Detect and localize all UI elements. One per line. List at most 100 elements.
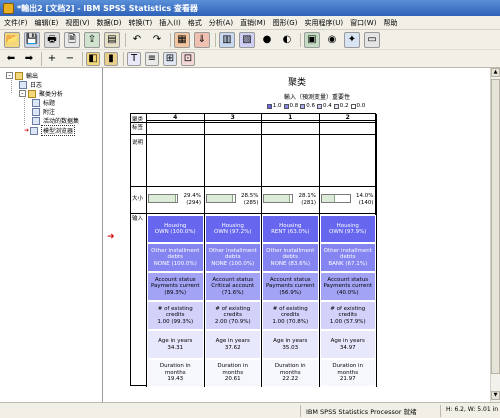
feature-cell[interactable]: # of existing credits 1.00 (70.8%) [262, 301, 319, 330]
menu-item[interactable]: 格式 [188, 18, 202, 28]
feature-cell-text: # of existing credits 1.00 (57.9%) [329, 305, 366, 325]
feature-cell[interactable]: Age in years 34.31 [147, 330, 204, 359]
tree-item[interactable]: 日志 [19, 80, 42, 89]
tree-item[interactable]: ➜ 模型浏览器 [24, 125, 76, 136]
legend-swatch [283, 103, 289, 109]
value-labels-icon[interactable]: ◐ [279, 32, 295, 48]
feature-cell[interactable]: Duration in months 19.43 [147, 359, 204, 387]
promote-icon[interactable]: ⬅ [4, 52, 18, 66]
feature-cell[interactable]: Housing OWN (97.9%) [319, 215, 376, 243]
designate-window-icon[interactable]: ✦ [344, 31, 360, 48]
feature-cell[interactable]: Account status Payments current (40.0%) [319, 272, 376, 301]
feature-cell[interactable]: Duration in months 20.61 [204, 359, 261, 387]
hide-icon[interactable]: ▮ [104, 51, 118, 66]
show-all-icon[interactable]: ◉ [324, 32, 340, 48]
toolbar-separator [123, 51, 124, 66]
goto-data-icon[interactable]: ▦ [174, 31, 190, 48]
collapse-icon[interactable]: − [63, 52, 77, 66]
feature-cell[interactable]: Duration in months 21.97 [319, 359, 376, 387]
legend-label: 0.0 [356, 103, 366, 109]
feature-cell[interactable]: Age in years 34.97 [319, 330, 376, 359]
feature-cell[interactable]: Account status Payments current (56.9%) [262, 272, 319, 301]
feature-cell[interactable]: Other installment debts NONE (83.6%) [262, 243, 319, 272]
menu-item[interactable]: 插入(I) [159, 18, 181, 28]
vertical-scrollbar[interactable]: ▲ ▼ [490, 68, 500, 402]
menu-item[interactable]: 转换(T) [129, 18, 153, 28]
feature-cell[interactable]: Other installment debts NONE (100.0%) [147, 243, 204, 272]
scroll-down-icon[interactable]: ▼ [491, 391, 500, 400]
expand-icon[interactable]: + [45, 52, 59, 66]
cluster-header[interactable]: 1 [261, 114, 319, 121]
insert-page-break-icon[interactable]: ⊞ [163, 51, 177, 66]
collapse-toggle-icon[interactable]: - [6, 72, 13, 79]
select-cases-icon[interactable]: ▣ [304, 31, 320, 48]
goto-variable-icon[interactable]: ▥ [219, 31, 235, 48]
menu-item[interactable]: 视图(V) [65, 18, 89, 28]
menu-item[interactable]: 图形(G) [273, 18, 298, 28]
output-viewer[interactable]: ➜ 聚类 輸入（預測变量）重要性 1.0 0.8 0.6 0.4 0.2 0.0 聚类 标签… [104, 68, 490, 402]
insert-title-icon[interactable]: T [127, 51, 141, 66]
table-column-rule [376, 114, 377, 387]
cluster-header[interactable]: 3 [203, 114, 261, 121]
feature-cell[interactable]: Duration in months 22.22 [262, 359, 319, 387]
cluster-header[interactable]: 2 [318, 114, 376, 121]
insert-new-output-icon[interactable]: ⊡ [181, 51, 195, 66]
cluster-size-bar [320, 194, 351, 203]
tree-item[interactable]: 标题 [32, 98, 55, 107]
scroll-thumb[interactable] [491, 79, 500, 374]
feature-cell[interactable]: Other installment debts NONE (100.0%) [204, 243, 261, 272]
menu-item[interactable]: 直销(M) [240, 18, 266, 28]
tree-item[interactable]: 附注 [32, 107, 55, 116]
menu-item[interactable]: 数据(D) [97, 18, 122, 28]
feature-cell[interactable]: Housing OWN (97.2%) [204, 215, 261, 243]
feature-cell[interactable]: Account status Critical account (71.6%) [204, 272, 261, 301]
export-icon[interactable]: ⇪ [84, 31, 100, 48]
feature-cell[interactable]: Housing RENT (63.0%) [262, 215, 319, 243]
menu-item[interactable]: 实用程序(U) [304, 18, 343, 28]
open-folder-icon[interactable]: 📂 [4, 31, 20, 48]
cluster-header[interactable]: 4 [146, 114, 204, 121]
demote-icon[interactable]: ➡ [22, 52, 36, 66]
feature-cell[interactable]: # of existing credits 1.00 (99.3%) [147, 301, 204, 330]
print-preview-icon[interactable]: 🗎 [64, 31, 80, 48]
show-icon[interactable]: ◧ [86, 51, 100, 66]
legend-swatch [266, 103, 272, 109]
scroll-up-icon[interactable]: ▲ [491, 68, 500, 77]
outline-toolbar: ⬅ ➡ + − ◧ ▮ T ≡ ⊞ ⊡ [0, 50, 500, 68]
menu-item[interactable]: 帮助 [383, 18, 397, 28]
recall-dialog-icon[interactable]: ▤ [104, 31, 120, 48]
insert-heading-icon[interactable]: ▭ [364, 31, 380, 48]
feature-cell[interactable]: # of existing credits 1.00 (57.9%) [319, 301, 376, 330]
document-icon [19, 80, 27, 89]
feature-cell[interactable]: Other installment debts BANK (67.1%) [319, 243, 376, 272]
cases-icon[interactable]: ● [259, 32, 275, 48]
collapse-toggle-icon[interactable]: - [19, 90, 26, 97]
save-icon[interactable]: 💾 [24, 31, 40, 48]
feature-cell[interactable]: Account status Payments current (89.3%) [147, 272, 204, 301]
outline-pane[interactable]: - 輸出 日志 - 聚类分析 标题 附注 活动的数据集 ➜ 模型浏览器 [0, 68, 103, 402]
menu-item[interactable]: 窗口(W) [350, 18, 376, 28]
insert-text-icon[interactable]: ≡ [145, 51, 159, 66]
menu-item[interactable]: 编辑(E) [35, 18, 59, 28]
feature-cell-text: Duration in months 20.61 [217, 363, 249, 383]
variables-icon[interactable]: ▧ [239, 31, 255, 48]
tree-item[interactable]: 活动的数据集 [32, 116, 79, 125]
feature-cell[interactable]: Age in years 37.62 [204, 330, 261, 359]
toolbar-separator [170, 32, 171, 47]
menu-item[interactable]: 文件(F) [4, 18, 28, 28]
undo-icon[interactable]: ↶ [129, 32, 145, 48]
menu-item[interactable]: 分析(A) [209, 18, 233, 28]
redo-icon[interactable]: ↷ [149, 32, 165, 48]
feature-cell[interactable]: # of existing credits 2.00 (70.9%) [204, 301, 261, 330]
cluster-comparison-table[interactable]: 聚类 标签 说明 大小 输入 4 29.4% (294) 3 28.5% (285) 1 28.1% (2… [130, 113, 377, 387]
tree-item[interactable]: - 輸出 [6, 71, 38, 80]
table-rule [131, 122, 377, 123]
feature-cell[interactable]: Housing OWN (100.0%) [147, 215, 204, 243]
cluster-size-percent: 28.5% [241, 193, 259, 199]
goto-case-icon[interactable]: ⇓ [194, 31, 210, 48]
tree-item[interactable]: - 聚类分析 [19, 89, 63, 98]
main-toolbar: 📂 💾 🖶 🗎 ⇪ ▤ ↶ ↷ ▦ ⇓ ▥ ▧ ● ◐ ▣ ◉ ✦ ▭ [0, 30, 500, 50]
feature-cell[interactable]: Age in years 35.03 [262, 330, 319, 359]
print-icon[interactable]: 🖶 [44, 31, 60, 48]
cluster-size-count: (294) [186, 200, 201, 206]
